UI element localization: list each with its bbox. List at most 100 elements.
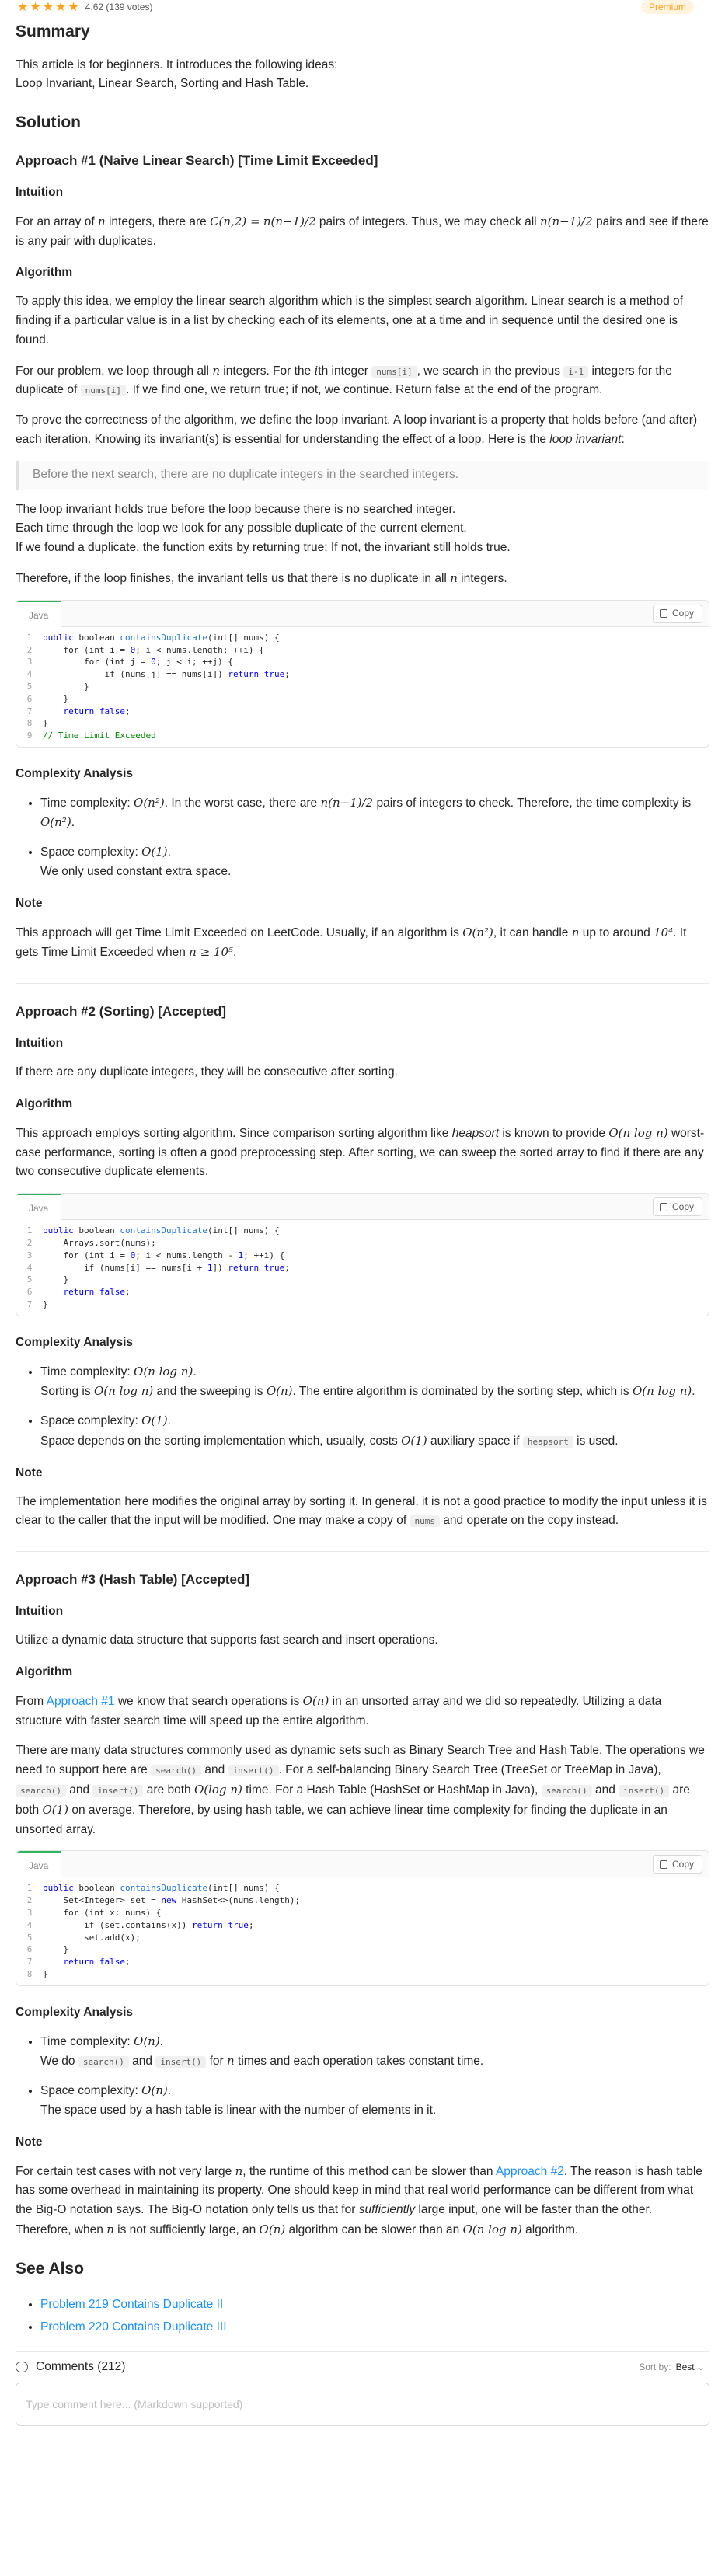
intuition-text: Utilize a dynamic data structure that su… bbox=[16, 1633, 438, 1647]
star-icon[interactable]: ★ bbox=[43, 2, 54, 14]
comment-icon bbox=[16, 2362, 28, 2373]
code-block: Java Copy 1 public boolean containsDuplic… bbox=[16, 1193, 709, 1316]
complexity-list: Time complexity: O(n log n). Sorting is … bbox=[40, 1362, 709, 1452]
line-number: 4 bbox=[26, 1262, 33, 1273]
code-line: 4 if (nums[i] == nums[i + 1]) return tru… bbox=[16, 1262, 709, 1274]
approach-2-link[interactable]: Approach #2 bbox=[496, 2165, 564, 2178]
line-number: 7 bbox=[26, 706, 33, 716]
code-text: Arrays.sort(nums); bbox=[43, 1238, 156, 1249]
note-heading: Note bbox=[16, 1466, 43, 1480]
approach-1-title: Approach #1 (Naive Linear Search) [Time … bbox=[16, 152, 378, 168]
solution-title: Solution bbox=[16, 113, 81, 132]
copy-icon bbox=[659, 609, 667, 619]
code-line: 2 for (int i = 0; i < nums.length; ++i) … bbox=[16, 644, 709, 657]
code-text: return false; bbox=[63, 1957, 131, 1968]
comment-input[interactable]: Type comment here... (Markdown supported… bbox=[16, 2382, 709, 2426]
code-line: 7 return false; bbox=[16, 706, 709, 718]
code-lang-tab[interactable]: Java bbox=[16, 1194, 61, 1221]
code-text: } bbox=[43, 1944, 69, 1955]
intuition-heading: Intuition bbox=[16, 1605, 64, 1619]
code-text: Set<Integer> set = new HashSet<>(nums.le… bbox=[43, 1895, 301, 1906]
line-number: 2 bbox=[26, 1895, 33, 1906]
code-line: 3 for (int i = 0; i < nums.length - 1; +… bbox=[16, 1250, 709, 1262]
intuition-heading: Intuition bbox=[16, 185, 64, 199]
algorithm-text: To apply this idea, we employ the linear… bbox=[16, 295, 683, 347]
code-text: } bbox=[43, 681, 89, 692]
algorithm-text: From Approach #1 we know that search ope… bbox=[16, 1693, 662, 1727]
code-text: if (nums[j] == nums[i]) return true; bbox=[43, 669, 290, 680]
code-text: public boolean containsDuplicate(int[] n… bbox=[43, 1225, 280, 1236]
code-line: 1 public boolean containsDuplicate(int[] … bbox=[16, 632, 709, 644]
code-line: 7 return false; bbox=[16, 1956, 709, 1968]
code-line: 3 for (int x: nums) { bbox=[16, 1907, 709, 1919]
line-number: 9 bbox=[26, 730, 33, 741]
line-number: 7 bbox=[26, 1299, 33, 1310]
list-item: Space complexity: O(1).We only used cons… bbox=[40, 842, 709, 882]
code-body: 1 public boolean containsDuplicate(int[] … bbox=[16, 1877, 709, 1985]
complexity-heading: Complexity Analysis bbox=[16, 766, 134, 780]
copy-button[interactable]: Copy bbox=[652, 1197, 702, 1217]
code-text: // Time Limit Exceeded bbox=[43, 730, 156, 741]
copy-button[interactable]: Copy bbox=[652, 604, 702, 623]
divider bbox=[16, 1551, 709, 1553]
copy-icon bbox=[659, 1860, 667, 1869]
complexity-heading: Complexity Analysis bbox=[16, 2005, 134, 2019]
line-number: 1 bbox=[26, 1883, 33, 1894]
line-number: 3 bbox=[26, 1250, 33, 1260]
line-number: 3 bbox=[26, 1907, 33, 1918]
code-lang-tab[interactable]: Java bbox=[16, 600, 61, 627]
line-number: 6 bbox=[26, 1944, 33, 1955]
list-item: Time complexity: O(n²). In the worst cas… bbox=[40, 793, 709, 834]
see-also-list: Problem 219 Contains Duplicate II Proble… bbox=[40, 2295, 709, 2337]
note-heading: Note bbox=[16, 896, 43, 910]
code-text: } bbox=[43, 1968, 48, 1979]
line-number: 1 bbox=[26, 1225, 33, 1236]
intuition-text: For an array of n integers, there are C(… bbox=[16, 214, 709, 248]
list-item: Problem 219 Contains Duplicate II bbox=[40, 2295, 709, 2315]
note-text: This approach will get Time Limit Exceed… bbox=[16, 925, 687, 960]
code-line: 4 if (set.contains(x)) return true; bbox=[16, 1919, 709, 1932]
code-line: 2 Arrays.sort(nums); bbox=[16, 1237, 709, 1250]
line-number: 3 bbox=[26, 657, 33, 668]
star-icon[interactable]: ★ bbox=[55, 2, 66, 14]
algorithm-heading: Algorithm bbox=[16, 1664, 73, 1678]
line-number: 8 bbox=[26, 718, 33, 729]
code-line: 9 // Time Limit Exceeded bbox=[16, 730, 709, 742]
code-text: for (int x: nums) { bbox=[43, 1907, 162, 1918]
algorithm-text: For our problem, we loop through all n i… bbox=[16, 363, 672, 397]
star-icon[interactable]: ★ bbox=[30, 2, 40, 14]
code-line: 4 if (nums[j] == nums[i]) return true; bbox=[16, 668, 709, 681]
star-icon[interactable]: ★ bbox=[17, 2, 28, 14]
rating-stars[interactable]: ★ ★ ★ ★ ★ bbox=[17, 2, 79, 14]
code-line: 1 public boolean containsDuplicate(int[] … bbox=[16, 1882, 709, 1895]
list-item: Time complexity: O(n log n). Sorting is … bbox=[40, 1362, 709, 1403]
note-text: For certain test cases with not very lar… bbox=[16, 2163, 702, 2236]
comments-header: Comments (212) Sort by: Best ⌄ bbox=[16, 2351, 709, 2383]
algorithm-heading: Algorithm bbox=[16, 1097, 73, 1111]
code-line: 6 } bbox=[16, 693, 709, 706]
problem-219-link[interactable]: Problem 219 Contains Duplicate II bbox=[40, 2298, 223, 2311]
invariant-explanation: The loop invariant holds true before the… bbox=[16, 502, 511, 555]
line-number: 1 bbox=[26, 632, 33, 643]
intuition-heading: Intuition bbox=[16, 1037, 64, 1051]
code-lang-tab[interactable]: Java bbox=[16, 1851, 61, 1878]
problem-220-link[interactable]: Problem 220 Contains Duplicate III bbox=[40, 2320, 227, 2334]
copy-button[interactable]: Copy bbox=[652, 1855, 702, 1874]
code-line: 1 public boolean containsDuplicate(int[] … bbox=[16, 1225, 709, 1237]
rating-text: 4.62 (139 votes) bbox=[85, 2, 153, 13]
star-icon[interactable]: ★ bbox=[68, 2, 78, 14]
approach-1-link[interactable]: Approach #1 bbox=[47, 1695, 115, 1708]
algorithm-text: There are many data structures commonly … bbox=[16, 1744, 705, 1836]
code-text: } bbox=[43, 693, 69, 704]
code-line: 5 } bbox=[16, 681, 709, 693]
code-text: } bbox=[43, 718, 48, 729]
code-text: return false; bbox=[63, 1287, 131, 1298]
divider bbox=[16, 983, 709, 985]
line-number: 6 bbox=[26, 693, 33, 704]
line-number: 5 bbox=[26, 681, 33, 692]
code-body: 1 public boolean containsDuplicate(int[] … bbox=[16, 1220, 709, 1316]
code-block: Java Copy 1 public boolean containsDuplic… bbox=[16, 599, 709, 748]
complexity-list: Time complexity: O(n). We do search() an… bbox=[40, 2032, 709, 2121]
line-number: 4 bbox=[26, 1919, 33, 1930]
sort-dropdown[interactable]: Sort by: Best ⌄ bbox=[639, 2360, 705, 2375]
